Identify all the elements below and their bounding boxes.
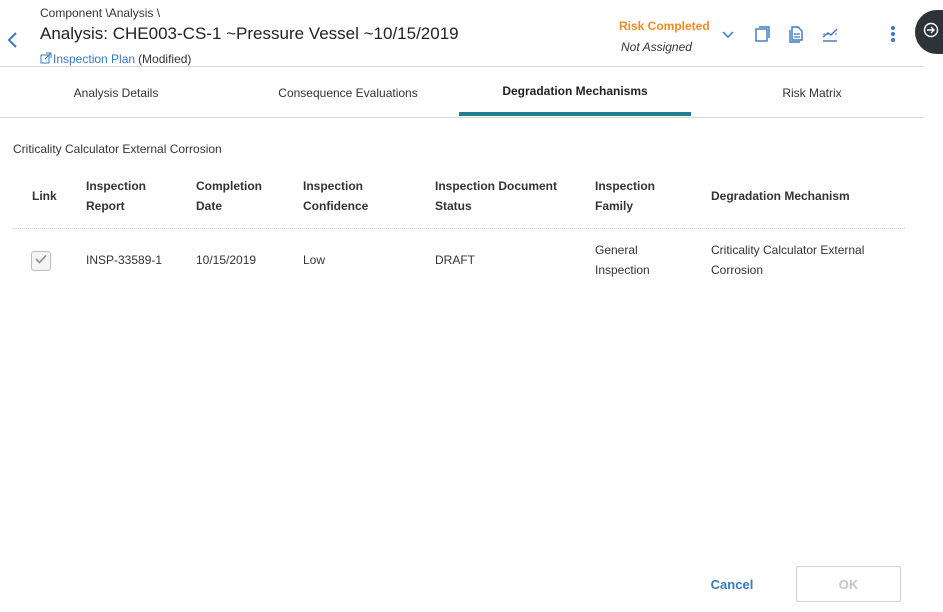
inspection-plan-link[interactable]: Inspection Plan [40, 52, 135, 66]
breadcrumb: Component \Analysis \ [40, 6, 161, 20]
modified-label: (Modified) [138, 52, 192, 66]
column-header-link[interactable]: Link [32, 186, 57, 206]
back-button[interactable] [4, 30, 22, 50]
chevron-down-icon [721, 27, 735, 45]
column-header-inspection-report[interactable]: Inspection Report [86, 176, 146, 216]
copy-button[interactable] [752, 25, 772, 48]
external-link-icon [40, 52, 52, 64]
more-vertical-icon [890, 25, 896, 48]
page-title: Analysis: CHE003-CS-1 ~Pressure Vessel ~… [40, 24, 459, 43]
more-options-button[interactable] [883, 25, 903, 48]
column-header-inspection-confidence[interactable]: Inspection Confidence [303, 176, 368, 216]
exit-icon [923, 22, 939, 43]
link-checkbox[interactable] [31, 251, 51, 271]
degradation-mechanism-cell: Criticality Calculator External Corrosio… [711, 243, 865, 277]
tab-analysis-details[interactable]: Analysis Details [0, 70, 232, 116]
tab-risk-matrix[interactable]: Risk Matrix [696, 70, 928, 116]
checkmark-icon [34, 252, 48, 270]
document-button[interactable] [786, 25, 806, 48]
graph-icon [821, 25, 839, 48]
column-header-document-status[interactable]: Inspection Document Status [435, 176, 557, 216]
column-header-degradation-mechanism[interactable]: Degradation Mechanism [711, 186, 850, 206]
tab-consequence-evaluations[interactable]: Consequence Evaluations [232, 70, 464, 116]
column-header-completion-date[interactable]: Completion Date [196, 176, 262, 216]
inspection-report-link[interactable]: INSP-33589-1 [86, 250, 162, 270]
document-icon [787, 25, 805, 48]
column-header-inspection-family[interactable]: Inspection Family [595, 176, 655, 216]
copy-icon [753, 25, 771, 48]
tab-degradation-mechanisms[interactable]: Degradation Mechanisms [459, 70, 691, 116]
completion-date-cell: 10/15/2019 [196, 253, 257, 267]
inspection-plan-label: Inspection Plan [53, 52, 136, 66]
graph-button[interactable] [820, 26, 840, 46]
table-divider [13, 228, 905, 229]
page-header: Component \Analysis \ Analysis: CHE003-C… [0, 0, 923, 67]
inspection-family-cell: General Inspection [595, 243, 650, 277]
tab-bar: Analysis Details Consequence Evaluations… [0, 70, 923, 118]
section-title: Criticality Calculator External Corrosio… [13, 142, 222, 156]
risk-status: Risk Completed [619, 19, 710, 33]
assignment-status: Not Assigned [621, 40, 692, 54]
chevron-left-icon [4, 32, 22, 54]
document-status-cell: DRAFT [435, 253, 475, 267]
ok-button[interactable]: OK [796, 566, 901, 602]
subtitle-line: Inspection Plan (Modified) [40, 52, 191, 66]
confidence-cell: Low [303, 253, 326, 267]
cancel-button[interactable]: Cancel [700, 567, 764, 601]
state-dropdown-button[interactable] [718, 26, 738, 46]
